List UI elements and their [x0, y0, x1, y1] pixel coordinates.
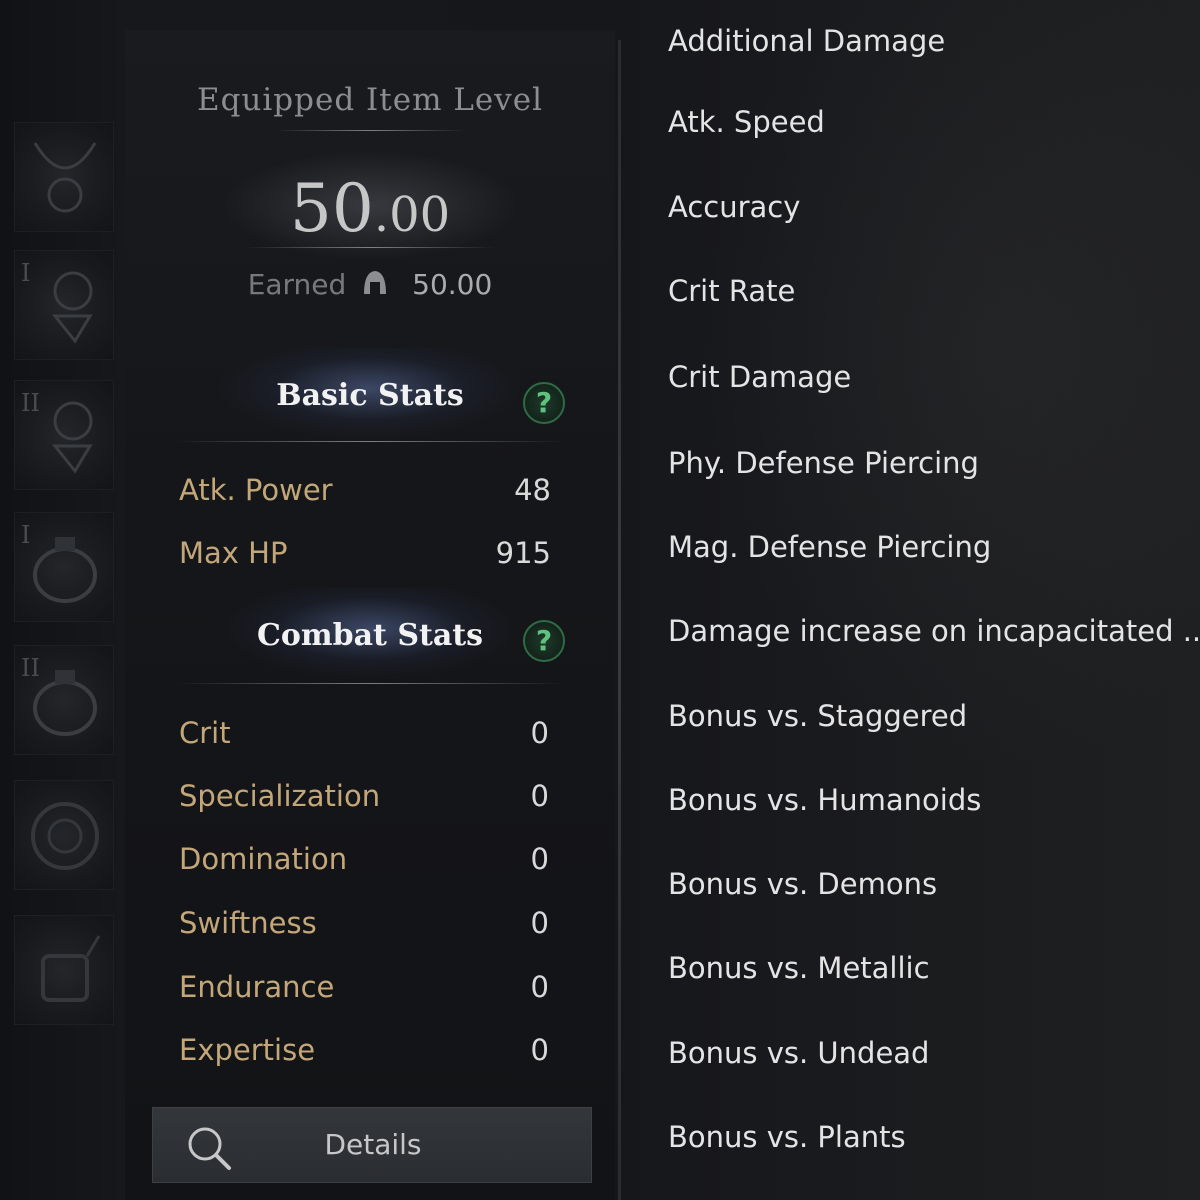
- advanced-stat-label: Bonus vs. Staggered: [668, 699, 968, 733]
- stat-row-swiftness: Swiftness 0: [179, 906, 551, 946]
- character-stats-screen: I II I II Equipped Item Level 50.00 Earn…: [0, 0, 1200, 1200]
- ability-stone-slot[interactable]: [14, 780, 114, 890]
- stat-row-atk-power: Atk. Power 48: [179, 473, 551, 513]
- advanced-stat-label: Additional Damage: [668, 24, 946, 58]
- necklace-icon: [33, 142, 97, 213]
- stat-value: 0: [530, 842, 549, 876]
- stat-value: 0: [530, 906, 549, 940]
- stat-row-crit: Crit 0: [179, 716, 551, 756]
- advanced-stat-label: Bonus vs. Humanoids: [668, 783, 982, 817]
- earring-slot-2[interactable]: II: [14, 380, 114, 490]
- basic-stats-header: Basic Stats ?: [125, 348, 615, 438]
- earned-value: 50.00: [412, 268, 493, 301]
- stat-value: 915: [495, 536, 551, 570]
- equipment-slot-strip: I II I II: [0, 100, 125, 1050]
- ring-icon: [33, 537, 97, 603]
- bracelet-icon: [41, 935, 101, 1002]
- necklace-slot[interactable]: [14, 122, 114, 232]
- advanced-stat-label: Bonus vs. Demons: [668, 867, 938, 901]
- stat-value: 0: [530, 1033, 549, 1067]
- stat-label: Max HP: [179, 536, 288, 570]
- combat-stats-help-icon[interactable]: ?: [523, 620, 565, 662]
- stat-label: Expertise: [179, 1033, 316, 1067]
- item-level-integer: 50: [289, 170, 374, 247]
- stat-row-domination: Domination 0: [179, 842, 551, 882]
- earned-label: Earned: [247, 268, 347, 301]
- combat-stats-header: Combat Stats ?: [125, 588, 615, 678]
- details-button[interactable]: Details: [152, 1107, 592, 1183]
- item-level-title: Equipped Item Level: [196, 82, 544, 118]
- stat-row-max-hp: Max HP 915: [179, 536, 551, 576]
- stats-panel: Equipped Item Level 50.00 Earned 50.00 B…: [125, 30, 615, 1200]
- ornament-divider: [175, 683, 565, 684]
- stat-value: 0: [530, 970, 549, 1004]
- stat-label: Endurance: [179, 970, 335, 1004]
- earring-icon: [51, 401, 93, 474]
- ability-stone-icon: [31, 802, 99, 870]
- stat-value: 48: [514, 473, 551, 507]
- stat-label: Crit: [179, 716, 231, 750]
- item-level-value: 50.00: [125, 170, 615, 247]
- helmet-icon: [364, 271, 387, 294]
- bracelet-slot[interactable]: [14, 915, 114, 1025]
- stat-value: 0: [530, 716, 549, 750]
- advanced-stat-label: Mag. Defense Piercing: [668, 530, 992, 564]
- ring-icon: [33, 670, 97, 736]
- stat-label: Specialization: [179, 779, 381, 813]
- advanced-stat-label: Crit Rate: [668, 274, 796, 308]
- ring-slot-2[interactable]: II: [14, 645, 114, 755]
- advanced-stat-label: Bonus vs. Plants: [668, 1120, 906, 1154]
- earned-item-level: Earned 50.00: [125, 268, 615, 301]
- advanced-stat-label: Phy. Defense Piercing: [668, 446, 979, 480]
- stat-row-expertise: Expertise 0: [179, 1033, 551, 1073]
- item-level-decimal: .00: [373, 187, 451, 243]
- advanced-stats-list: Additional Damage Atk. Speed Accuracy Cr…: [668, 0, 1200, 1200]
- stat-value: 0: [530, 779, 549, 813]
- advanced-stat-label: Damage increase on incapacitated ...: [668, 614, 1200, 648]
- advanced-stat-label: Bonus vs. Metallic: [668, 951, 930, 985]
- details-button-label: Details: [324, 1128, 422, 1161]
- stat-label: Domination: [179, 842, 348, 876]
- basic-stats-help-icon[interactable]: ?: [523, 382, 565, 424]
- stat-label: Swiftness: [179, 906, 317, 940]
- ornament-divider: [245, 247, 495, 248]
- stat-row-endurance: Endurance 0: [179, 970, 551, 1010]
- advanced-stat-label: Atk. Speed: [668, 105, 825, 139]
- earring-icon: [51, 271, 93, 344]
- earring-slot-1[interactable]: I: [14, 250, 114, 360]
- panel-divider: [618, 40, 621, 1200]
- ornament-divider: [275, 130, 465, 131]
- stat-label: Atk. Power: [179, 473, 333, 507]
- ornament-divider: [175, 441, 565, 442]
- advanced-stat-label: Accuracy: [668, 190, 801, 224]
- ring-slot-1[interactable]: I: [14, 512, 114, 622]
- advanced-stat-label: Crit Damage: [668, 360, 852, 394]
- stat-row-specialization: Specialization 0: [179, 779, 551, 819]
- advanced-stat-label: Bonus vs. Undead: [668, 1036, 930, 1070]
